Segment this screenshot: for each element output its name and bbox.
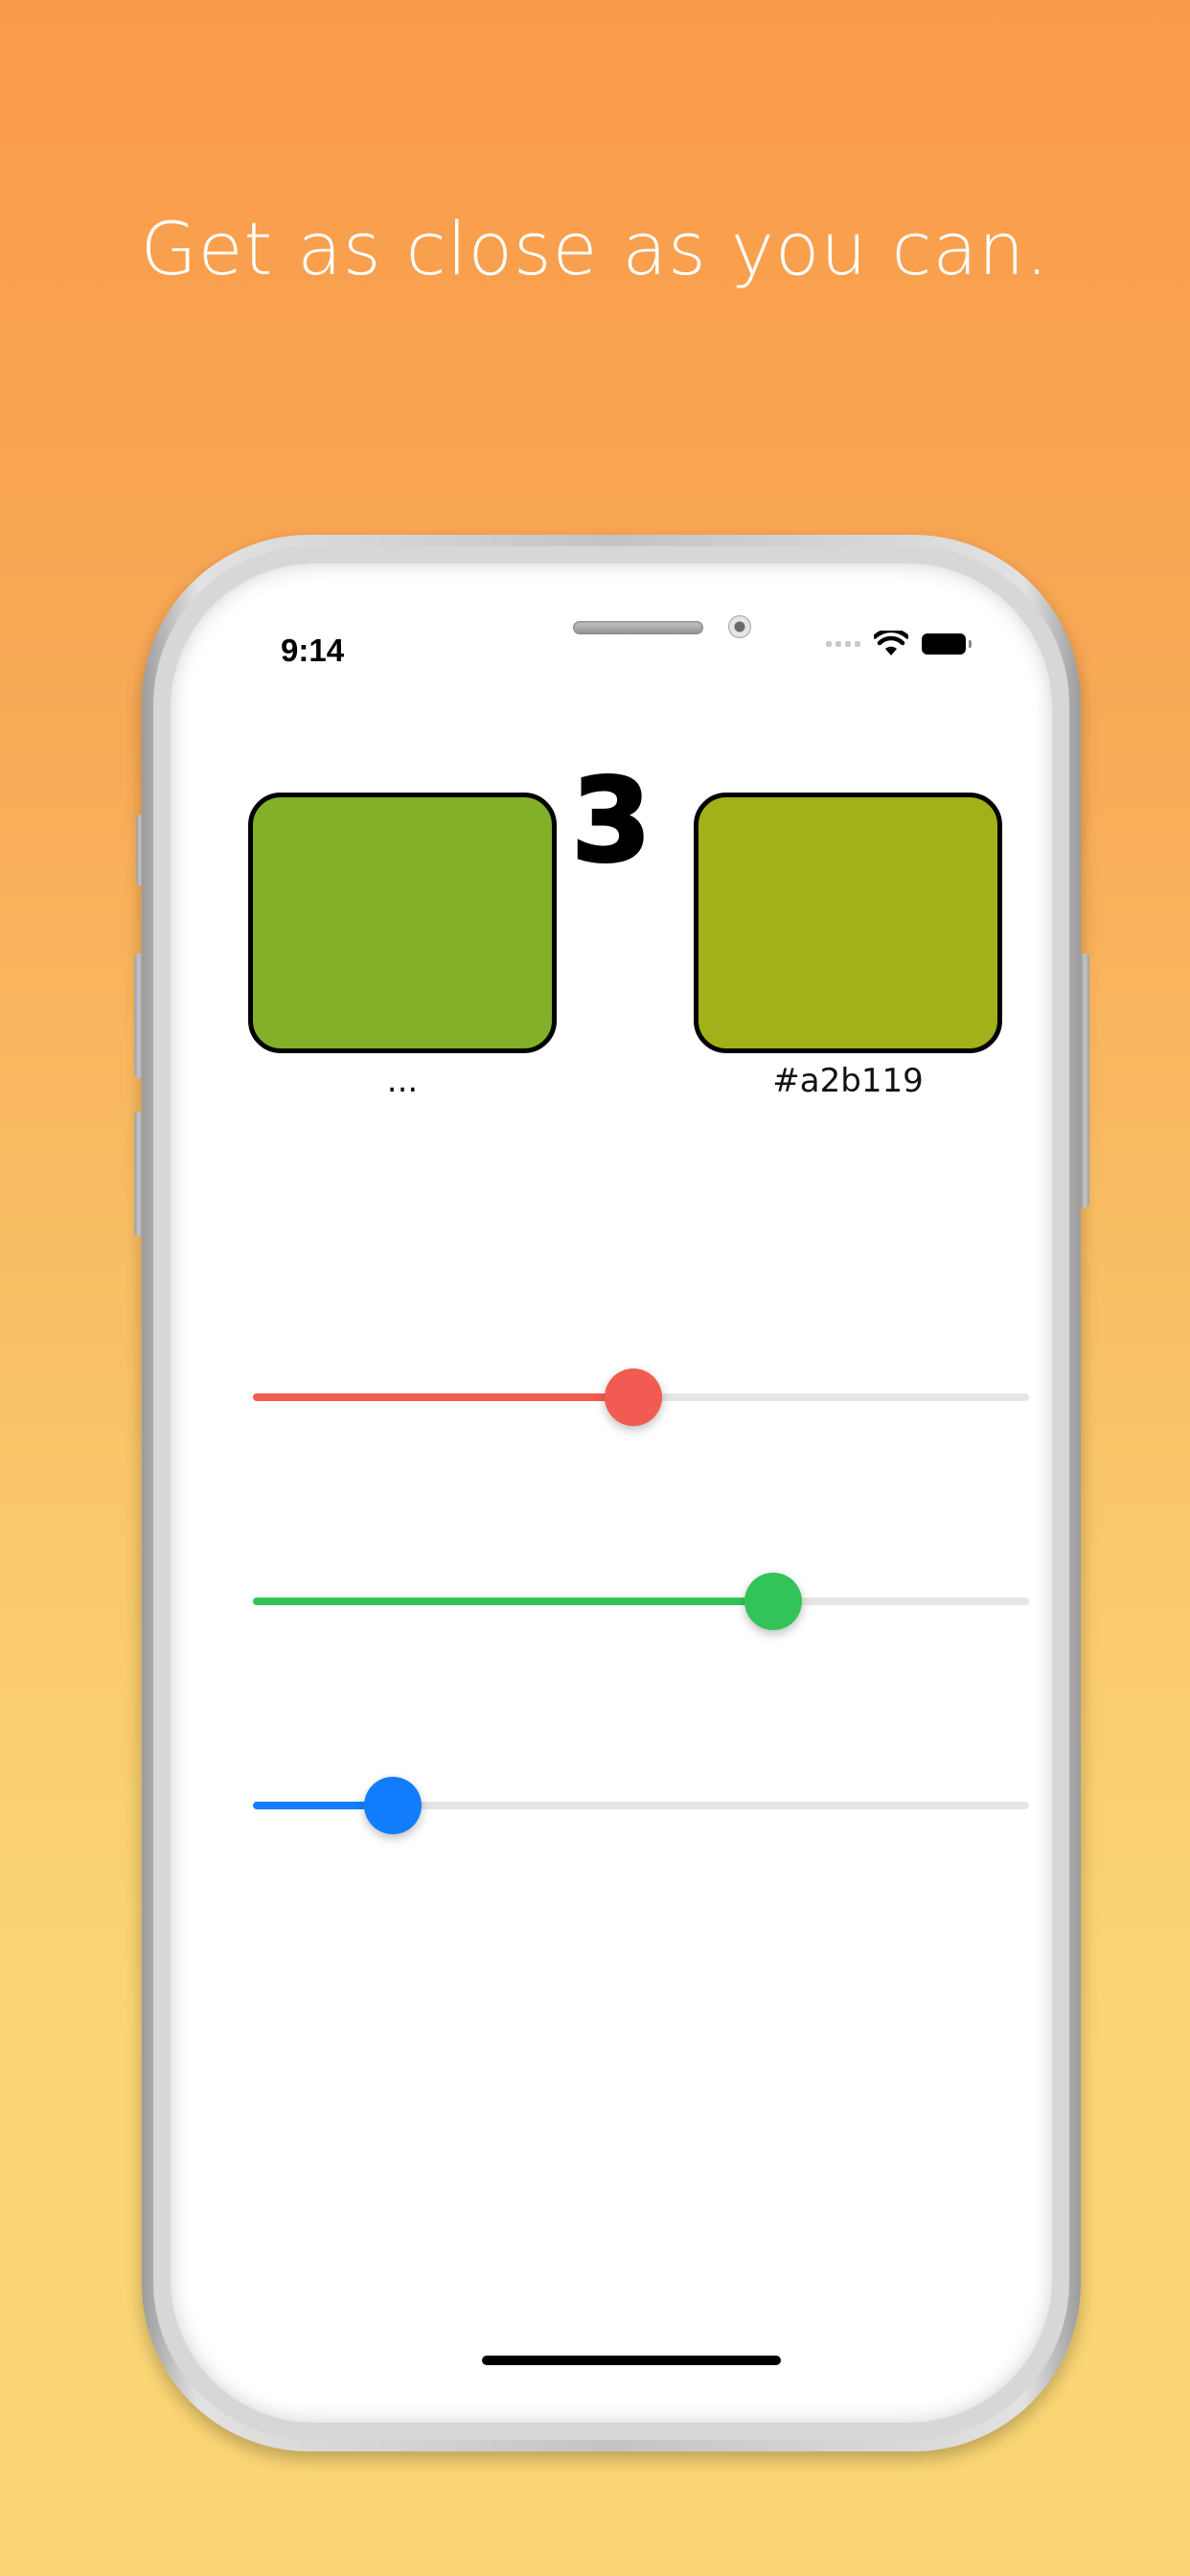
green-slider-fill bbox=[253, 1598, 773, 1605]
phone-screen: 9:14 ... #a2b119 3 bbox=[171, 564, 1052, 2423]
power-button bbox=[1080, 954, 1089, 1208]
target-color-label: ... bbox=[386, 1062, 419, 1100]
red-slider[interactable] bbox=[253, 1364, 1029, 1431]
wifi-icon bbox=[874, 631, 908, 656]
blue-slider[interactable] bbox=[253, 1772, 1029, 1839]
phone-frame: 9:14 ... #a2b119 3 bbox=[142, 535, 1081, 2451]
phone-rim: 9:14 ... #a2b119 3 bbox=[153, 546, 1069, 2440]
battery-full-icon bbox=[922, 633, 972, 655]
status-icons bbox=[826, 631, 972, 657]
home-indicator[interactable] bbox=[482, 2356, 781, 2365]
green-slider-thumb[interactable] bbox=[744, 1573, 802, 1630]
cellular-dots-icon bbox=[826, 641, 860, 647]
earpiece-speaker bbox=[573, 621, 703, 634]
red-slider-thumb[interactable] bbox=[604, 1368, 662, 1426]
green-slider[interactable] bbox=[253, 1568, 1029, 1635]
promo-headline: Get as close as you can. bbox=[140, 206, 1050, 291]
guess-color-label: #a2b119 bbox=[772, 1062, 924, 1100]
red-slider-fill bbox=[253, 1393, 633, 1401]
score-value: 3 bbox=[570, 754, 653, 890]
front-camera bbox=[728, 615, 751, 638]
status-time: 9:14 bbox=[281, 632, 345, 668]
blue-slider-thumb[interactable] bbox=[363, 1777, 422, 1834]
